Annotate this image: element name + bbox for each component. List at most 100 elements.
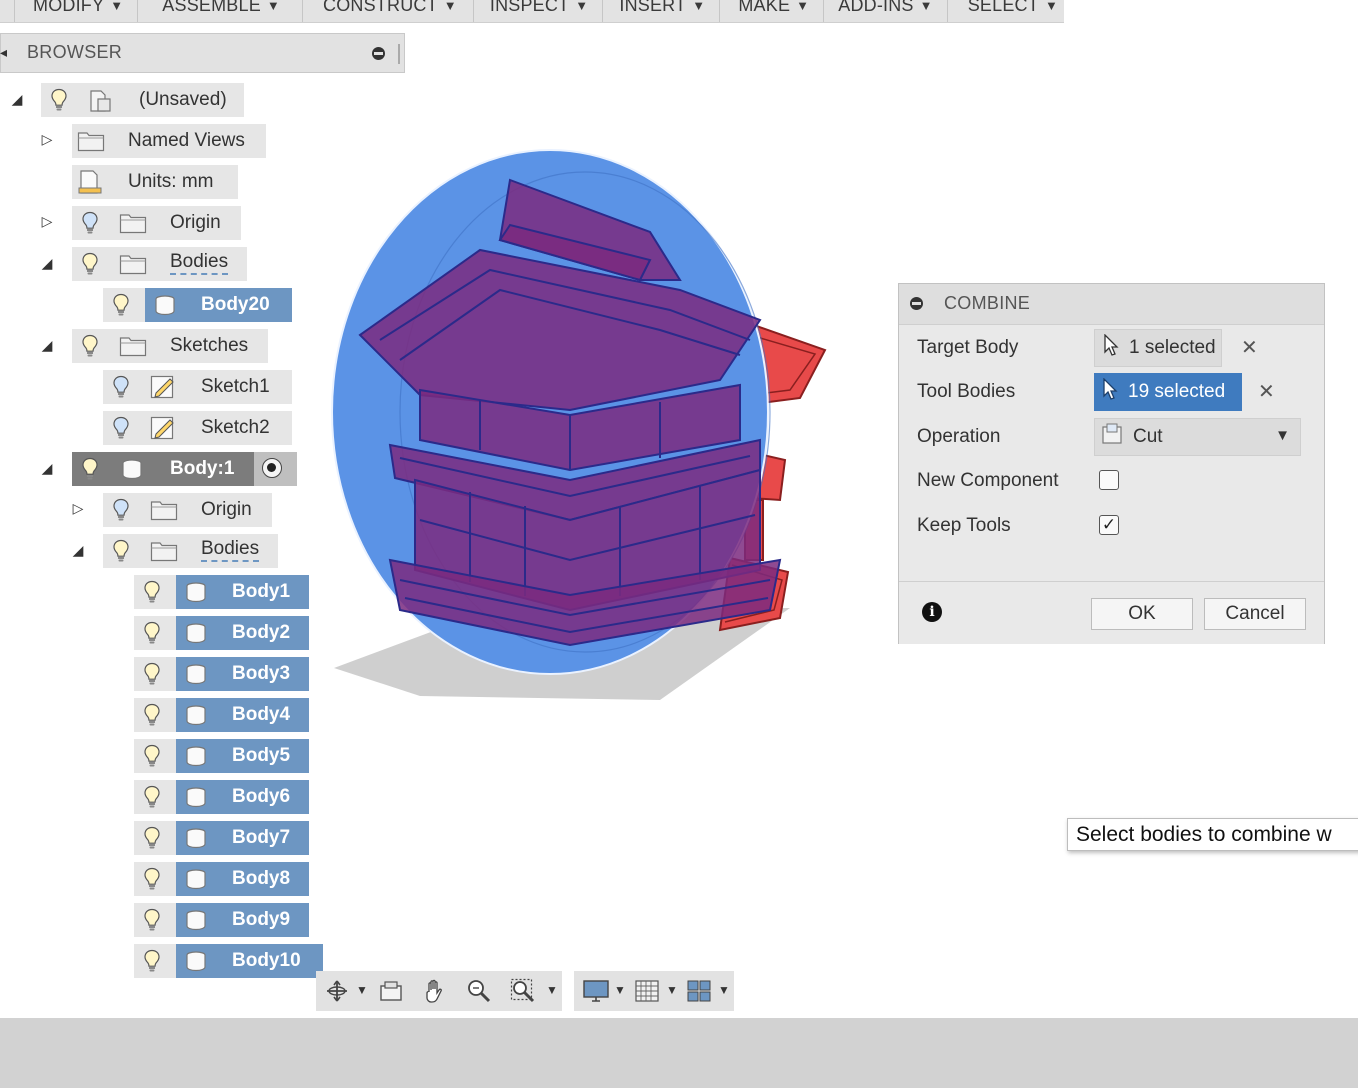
lightbulb-icon[interactable]: [143, 621, 161, 645]
browser-header[interactable]: ◂ BROWSER: [0, 33, 405, 73]
tree-body-item[interactable]: Body4: [134, 698, 309, 732]
tool-bodies-selector[interactable]: 19 selected: [1094, 373, 1242, 411]
activate-radio-icon[interactable]: [262, 458, 282, 478]
expand-triangle-icon[interactable]: ▷: [39, 131, 55, 148]
lightbulb-icon[interactable]: [112, 416, 130, 440]
lightbulb-icon[interactable]: [112, 498, 130, 522]
tree-body-item[interactable]: Body6: [134, 780, 309, 814]
lightbulb-icon[interactable]: [112, 293, 130, 317]
collapse-triangle-icon[interactable]: ◢: [39, 255, 55, 272]
lightbulb-icon[interactable]: [81, 211, 99, 235]
menu-select[interactable]: SELECT ▼: [968, 0, 1058, 16]
expand-triangle-icon[interactable]: ▷: [39, 213, 55, 230]
menu-assemble[interactable]: ASSEMBLE ▼: [162, 0, 280, 16]
tree-body-item[interactable]: Body8: [134, 862, 309, 896]
tree-body-item[interactable]: Body5: [134, 739, 309, 773]
clear-tools-close-icon[interactable]: ✕: [1258, 379, 1275, 404]
tree-body-item[interactable]: Body7: [134, 821, 309, 855]
cancel-button[interactable]: Cancel: [1204, 598, 1306, 630]
tree-label: Body1: [232, 581, 291, 602]
orbit-icon[interactable]: [324, 979, 350, 1008]
zoom-window-icon[interactable]: [510, 978, 536, 1009]
tree-body-item[interactable]: Body2: [134, 616, 309, 650]
lightbulb-icon[interactable]: [143, 826, 161, 850]
pan-hand-icon[interactable]: [422, 978, 448, 1009]
menu-make[interactable]: MAKE ▼: [738, 0, 809, 16]
menu-separator: [946, 0, 948, 22]
caret-down-icon[interactable]: ▼: [356, 983, 368, 997]
info-icon[interactable]: i: [922, 602, 942, 622]
selection-highlight: Body5: [176, 739, 309, 773]
dialog-header[interactable]: COMBINE: [899, 284, 1324, 325]
tree-body-item[interactable]: Body1: [134, 575, 309, 609]
body-icon: [184, 622, 208, 644]
tree-bodies[interactable]: Bodies: [72, 247, 247, 281]
caret-down-icon[interactable]: ▼: [546, 983, 558, 997]
lightbulb-icon[interactable]: [143, 908, 161, 932]
collapse-triangle-icon[interactable]: ◢: [9, 91, 25, 108]
menu-construct[interactable]: CONSTRUCT ▼: [323, 0, 457, 16]
operation-select[interactable]: Cut ▼: [1094, 418, 1301, 456]
lightbulb-icon[interactable]: [112, 375, 130, 399]
lightbulb-icon[interactable]: [81, 334, 99, 358]
tree-origin[interactable]: Origin: [72, 206, 241, 240]
lightbulb-icon[interactable]: [143, 744, 161, 768]
expand-triangle-icon[interactable]: ▷: [70, 500, 86, 517]
lightbulb-icon[interactable]: [81, 457, 99, 481]
lightbulb-icon[interactable]: [143, 580, 161, 604]
minimize-icon[interactable]: [372, 47, 385, 60]
grid-icon[interactable]: [634, 979, 660, 1008]
zoom-icon[interactable]: [466, 978, 492, 1009]
tree-component-body1[interactable]: Body:1: [72, 452, 297, 486]
lightbulb-icon[interactable]: [143, 867, 161, 891]
caret-down-icon[interactable]: ▼: [718, 983, 730, 997]
tree-comp-origin[interactable]: Origin: [103, 493, 272, 527]
lightbulb-icon[interactable]: [143, 785, 161, 809]
collapse-triangle-icon[interactable]: ◢: [39, 460, 55, 477]
ok-button[interactable]: OK: [1091, 598, 1193, 630]
tree-units[interactable]: Units: mm: [72, 165, 238, 199]
menu-modify[interactable]: MODIFY ▼: [33, 0, 123, 16]
tree-body20[interactable]: Body20: [103, 288, 292, 322]
tree-named-views[interactable]: Named Views: [72, 124, 266, 158]
new-component-checkbox[interactable]: [1099, 470, 1119, 490]
tree-sketch1[interactable]: Sketch1: [103, 370, 292, 404]
lightbulb-icon[interactable]: [81, 252, 99, 276]
tree-sketches[interactable]: Sketches: [72, 329, 268, 363]
menu-inspect[interactable]: INSPECT ▼: [490, 0, 589, 16]
tree-label: Body3: [232, 663, 291, 684]
display-settings-icon[interactable]: [582, 979, 610, 1008]
collapse-triangle-icon[interactable]: ◢: [70, 542, 86, 559]
tree-label: Body:1: [170, 458, 235, 479]
lightbulb-icon[interactable]: [143, 662, 161, 686]
target-body-selector[interactable]: 1 selected: [1094, 329, 1222, 367]
tree-root-unsaved[interactable]: (Unsaved): [41, 83, 244, 117]
caret-down-icon[interactable]: ▼: [666, 983, 678, 997]
panel-grip-handle[interactable]: [398, 44, 400, 64]
status-bar: [0, 1018, 1358, 1088]
caret-down-icon: ▼: [443, 0, 457, 13]
tree-sketch2[interactable]: Sketch2: [103, 411, 292, 445]
keep-tools-checkbox[interactable]: ✓: [1099, 515, 1119, 535]
menu-add-ins[interactable]: ADD-INS ▼: [838, 0, 932, 16]
tree-body-item[interactable]: Body3: [134, 657, 309, 691]
tree-body-item[interactable]: Body10: [134, 944, 323, 978]
tree-comp-bodies[interactable]: Bodies: [103, 534, 278, 568]
minimize-icon[interactable]: [910, 297, 923, 310]
lightbulb-icon[interactable]: [50, 88, 68, 112]
viewport-model[interactable]: [320, 140, 850, 710]
viewports-icon[interactable]: [686, 979, 712, 1008]
clear-target-close-icon[interactable]: ✕: [1241, 335, 1258, 360]
look-at-icon[interactable]: [378, 980, 404, 1007]
tree-body-item[interactable]: Body9: [134, 903, 309, 937]
lightbulb-icon[interactable]: [143, 949, 161, 973]
lightbulb-icon[interactable]: [112, 539, 130, 563]
collapse-triangle-icon[interactable]: ◢: [39, 337, 55, 354]
selection-highlight: Body4: [176, 698, 309, 732]
caret-down-icon: ▼: [110, 0, 124, 13]
lightbulb-icon[interactable]: [143, 703, 161, 727]
caret-down-icon[interactable]: ▼: [614, 983, 626, 997]
menu-insert[interactable]: INSERT ▼: [619, 0, 705, 16]
collapse-left-icon[interactable]: ◂: [0, 44, 7, 61]
menu-separator: [14, 0, 15, 22]
